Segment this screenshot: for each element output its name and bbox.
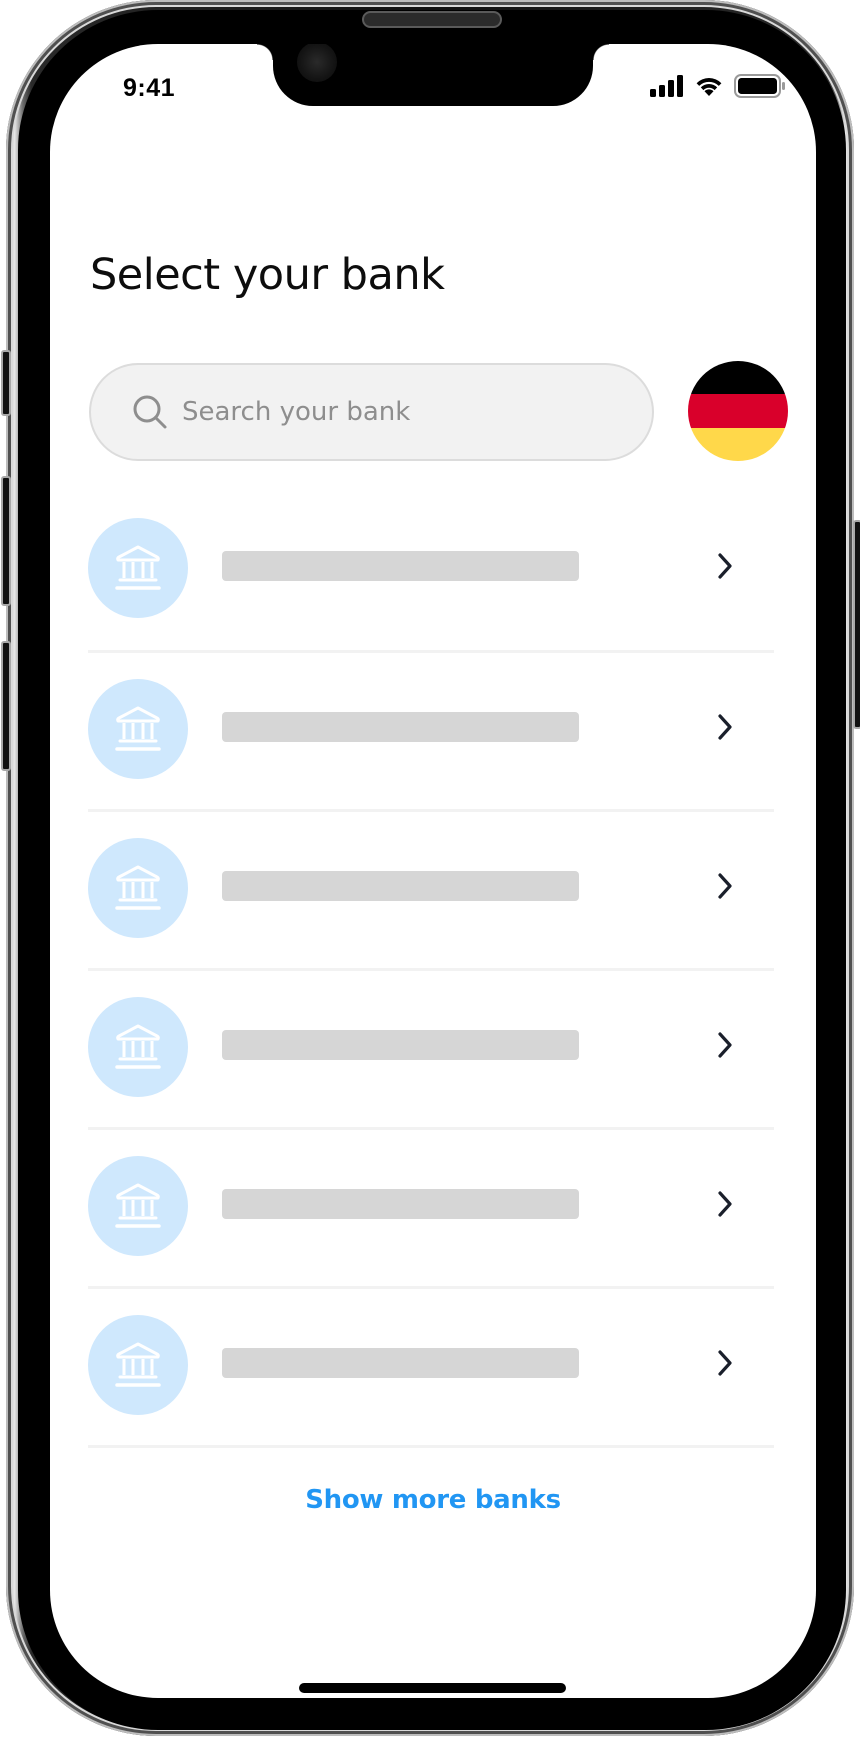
- bank-name-placeholder: [222, 712, 579, 742]
- bank-avatar: [88, 518, 188, 618]
- screen: 9:41 Select your bank Search your bank S…: [50, 44, 816, 1698]
- flag-stripe-black: [688, 361, 788, 395]
- flag-stripe-red: [688, 394, 788, 428]
- bank-name-placeholder: [222, 1189, 579, 1219]
- bank-name-placeholder: [222, 1348, 579, 1378]
- bank-avatar: [88, 1315, 188, 1415]
- bank-list-item-1[interactable]: [88, 490, 774, 653]
- bank-icon: [113, 705, 163, 753]
- flag-stripe-gold: [688, 427, 788, 461]
- chevron-right-icon: [715, 1031, 735, 1059]
- bank-avatar: [88, 838, 188, 938]
- chevron-right-icon: [715, 552, 735, 580]
- device-power-button: [853, 520, 860, 729]
- bank-icon: [113, 1182, 163, 1230]
- bank-list-item-6[interactable]: [88, 1289, 774, 1448]
- bank-list-item-2[interactable]: [88, 653, 774, 812]
- bank-list-item-3[interactable]: [88, 812, 774, 971]
- chevron-right-icon: [715, 872, 735, 900]
- chevron-right-icon: [715, 1190, 735, 1218]
- notch: [257, 44, 609, 106]
- device-speaker: [362, 11, 502, 28]
- bank-name-placeholder: [222, 551, 579, 581]
- device-silent-switch: [1, 350, 11, 416]
- device-volume-up-button: [1, 476, 11, 606]
- status-time: 9:41: [123, 74, 176, 102]
- page-title: Select your bank: [90, 250, 445, 300]
- bank-avatar: [88, 997, 188, 1097]
- show-more-banks-link[interactable]: Show more banks: [50, 1485, 816, 1515]
- home-indicator[interactable]: [299, 1683, 566, 1693]
- front-camera: [297, 44, 337, 82]
- bank-list: [88, 490, 774, 1448]
- battery-icon: [734, 74, 786, 98]
- search-bar[interactable]: [89, 363, 654, 461]
- chevron-right-icon: [715, 1349, 735, 1377]
- status-icons: [650, 74, 786, 98]
- country-selector-germany-flag[interactable]: [688, 361, 788, 461]
- device-volume-down-button: [1, 641, 11, 771]
- bank-name-placeholder: [222, 1030, 579, 1060]
- bank-avatar: [88, 1156, 188, 1256]
- bank-icon: [113, 864, 163, 912]
- bank-name-placeholder: [222, 871, 579, 901]
- cellular-signal-icon: [650, 75, 684, 97]
- search-icon: [132, 394, 168, 430]
- bank-icon: [113, 1341, 163, 1389]
- bank-avatar: [88, 679, 188, 779]
- bank-list-item-4[interactable]: [88, 971, 774, 1130]
- bank-icon: [113, 1023, 163, 1071]
- bank-icon: [113, 544, 163, 592]
- chevron-right-icon: [715, 713, 735, 741]
- wifi-icon: [694, 75, 724, 97]
- search-input[interactable]: [182, 397, 602, 427]
- bank-list-item-5[interactable]: [88, 1130, 774, 1289]
